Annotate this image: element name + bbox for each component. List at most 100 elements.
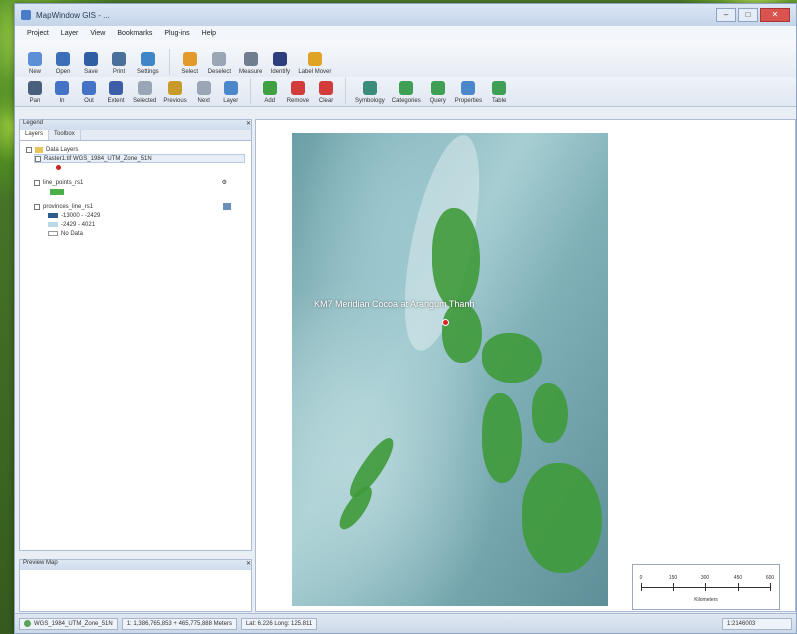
toolbar-button-label: Symbology xyxy=(355,98,385,104)
save-icon xyxy=(84,52,98,66)
toolbar-button-pan[interactable]: Pan xyxy=(23,81,47,104)
layer-group[interactable]: Data Layers xyxy=(26,145,245,154)
panel-close-icon[interactable]: ✕ xyxy=(246,120,251,130)
next-icon xyxy=(196,81,211,95)
zoom-field[interactable]: 1:2146003 xyxy=(722,617,792,630)
globe-icon xyxy=(24,620,31,627)
toolbar-button-label-mover[interactable]: Label Mover xyxy=(296,52,333,75)
layer-checkbox[interactable] xyxy=(35,155,41,162)
layer-settings-icon[interactable]: ⚙ xyxy=(222,179,227,186)
categories-icon xyxy=(399,81,414,95)
toolbar-button-select[interactable]: Select xyxy=(178,52,202,75)
scale-tick-label: 300 xyxy=(700,575,710,581)
toolbar-separator xyxy=(249,78,251,104)
minimize-button[interactable]: – xyxy=(716,8,736,22)
toolbar-button-print[interactable]: Print xyxy=(107,52,131,75)
maximize-button[interactable]: □ xyxy=(738,8,758,22)
toolbar-button-new[interactable]: New xyxy=(23,52,47,75)
previous-icon xyxy=(168,81,183,95)
remove-icon xyxy=(290,81,305,95)
toolbar-button-identify[interactable]: Identify xyxy=(268,52,292,75)
pan-icon xyxy=(28,81,42,95)
line-symbol-icon xyxy=(50,188,64,195)
map-canvas[interactable]: KM7 Meridian Cocoa at Arangum Thanh 0 15… xyxy=(255,119,796,612)
panel-close-icon[interactable]: ✕ xyxy=(246,560,251,570)
layer-item[interactable]: provinces_line_rs1 xyxy=(34,202,245,211)
menu-view[interactable]: View xyxy=(90,30,105,37)
island-shape xyxy=(522,463,602,573)
toolbar-button-extent[interactable]: Extent xyxy=(104,81,128,104)
layer-checkbox[interactable] xyxy=(34,203,40,210)
toolbar-button-previous[interactable]: Previous xyxy=(161,81,188,104)
scale-field: 1: 1,386,765,853 + 465,775,888 Meters xyxy=(121,617,237,630)
in-icon xyxy=(55,81,69,95)
toolbar-button-query[interactable]: Query xyxy=(426,81,450,104)
break-swatch xyxy=(48,222,58,227)
toolbar-button-in[interactable]: In xyxy=(50,81,74,104)
map-raster[interactable]: KM7 Meridian Cocoa at Arangum Thanh xyxy=(292,129,608,606)
tab-layers[interactable]: Layers xyxy=(20,130,50,140)
toolbar-button-out[interactable]: Out xyxy=(77,81,101,104)
toolbar-button-label: Remove xyxy=(286,98,310,104)
settings-icon xyxy=(140,52,155,66)
toolbar-button-layer[interactable]: Layer xyxy=(219,81,243,104)
new-icon xyxy=(28,52,42,66)
layer-item[interactable]: Raster1.tif WGS_1984_UTM_Zone_51N xyxy=(34,154,245,163)
break-label: No Data xyxy=(61,230,84,237)
toolbar-button-categories[interactable]: Categories xyxy=(390,81,423,104)
close-button[interactable]: ✕ xyxy=(760,8,790,22)
toolbar-button-label: Save xyxy=(84,69,98,75)
layer-tree: Data Layers Raster1.tif WGS_1984_UTM_Zon… xyxy=(20,141,251,242)
map-toolbar: Pan In Out Extent Selected Previous Next Layer A… xyxy=(15,77,796,107)
menu-plugins[interactable]: Plug-ins xyxy=(164,30,189,37)
toolbar-button-table[interactable]: Table xyxy=(487,81,511,104)
menu-project[interactable]: Project xyxy=(27,30,49,37)
menu-help[interactable]: Help xyxy=(202,30,216,37)
scale-tick xyxy=(705,583,706,591)
legend-tabs: Layers Toolbox xyxy=(20,130,251,141)
out-icon xyxy=(82,81,96,95)
scale-unit: Kilometers xyxy=(694,597,718,603)
toolbar-button-save[interactable]: Save xyxy=(79,52,103,75)
island-shape xyxy=(482,393,522,483)
tab-toolbox[interactable]: Toolbox xyxy=(49,130,81,140)
toolbar-button-settings[interactable]: Settings xyxy=(135,52,161,75)
menu-layer[interactable]: Layer xyxy=(61,30,79,37)
layer-icon xyxy=(223,81,238,95)
toolbar-button-measure[interactable]: Measure xyxy=(237,52,264,75)
toolbar-button-label: Settings xyxy=(137,69,159,75)
layer-checkbox[interactable] xyxy=(34,179,40,186)
scale-tick-label: 150 xyxy=(668,575,678,581)
toolbar-button-clear[interactable]: Clear xyxy=(314,81,338,104)
toolbar-button-label: Select xyxy=(181,69,199,75)
toolbar-button-remove[interactable]: Remove xyxy=(285,81,311,104)
app-icon xyxy=(21,10,31,20)
menu-bookmarks[interactable]: Bookmarks xyxy=(117,30,152,37)
layer-table-icon[interactable] xyxy=(223,203,231,210)
break-swatch xyxy=(48,213,58,218)
toolbar-button-next[interactable]: Next xyxy=(192,81,216,104)
toolbar-button-properties[interactable]: Properties xyxy=(453,81,484,104)
scale-tick xyxy=(641,583,642,591)
toolbar-button-label: Pan xyxy=(29,98,41,104)
map-marker[interactable] xyxy=(442,319,449,326)
app-window: MapWindow GIS - ... – □ ✕ Project Layer … xyxy=(14,3,797,634)
toolbar-button-label: Identify xyxy=(270,69,291,75)
map-label: KM7 Meridian Cocoa at Arangum Thanh xyxy=(314,299,475,309)
symbology-icon xyxy=(362,81,377,95)
scale-tick xyxy=(770,583,771,591)
toolbar-button-label: Layer xyxy=(223,98,239,104)
toolbar-button-symbology[interactable]: Symbology xyxy=(353,81,387,104)
toolbar-button-deselect[interactable]: Deselect xyxy=(206,52,233,75)
projection-text: WGS_1984_UTM_Zone_51N xyxy=(34,620,113,627)
window-title: MapWindow GIS - ... xyxy=(36,10,110,20)
layer-item[interactable]: line_points_rs1 ⚙ xyxy=(34,178,245,187)
projection-field[interactable]: WGS_1984_UTM_Zone_51N xyxy=(19,617,118,630)
status-bar: WGS_1984_UTM_Zone_51N 1: 1,386,765,853 +… xyxy=(15,613,796,633)
toolbar-button-label: Label Mover xyxy=(298,69,332,75)
toolbar-button-open[interactable]: Open xyxy=(51,52,75,75)
clear-icon xyxy=(319,81,334,95)
toolbar-button-add[interactable]: Add xyxy=(258,81,282,104)
toolbar-button-selected[interactable]: Selected xyxy=(131,81,158,104)
group-checkbox[interactable] xyxy=(26,146,32,153)
